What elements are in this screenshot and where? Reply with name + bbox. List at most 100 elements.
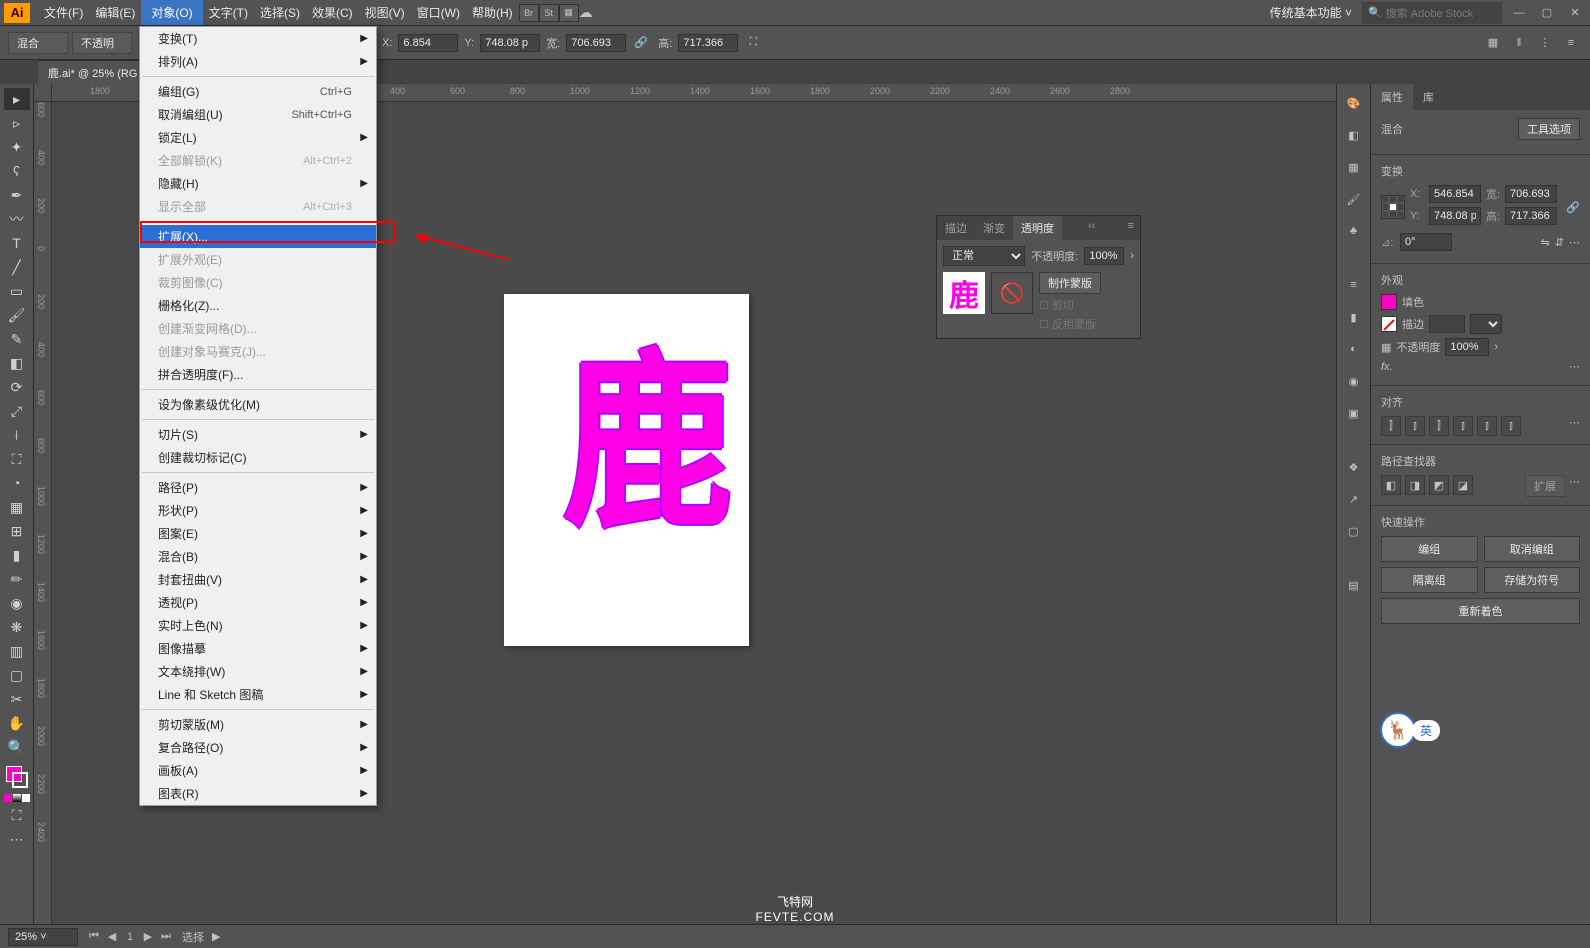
opacity-input[interactable]: [1445, 338, 1489, 356]
menu-item[interactable]: 透视(P)▶: [140, 591, 376, 614]
ruler-origin[interactable]: [34, 84, 52, 102]
workspace-switcher[interactable]: 传统基本功能 ˅: [1266, 4, 1356, 21]
transparency-panel-icon[interactable]: ◐: [1343, 338, 1365, 360]
panel-collapse-icon[interactable]: ‹‹: [1082, 216, 1101, 240]
link-wh-icon[interactable]: 🔗: [1566, 201, 1580, 214]
close-icon[interactable]: ✕: [1564, 4, 1586, 22]
panel-menu-icon[interactable]: ≡: [1122, 216, 1140, 240]
tab-transparency[interactable]: 透明度: [1013, 216, 1062, 240]
status-arrow-icon[interactable]: ▶: [212, 930, 220, 943]
h-input[interactable]: [678, 34, 738, 52]
type-tool[interactable]: T: [4, 232, 30, 254]
shape-builder-tool[interactable]: ◔: [4, 472, 30, 494]
appearance-more-icon[interactable]: ⋯: [1569, 360, 1580, 373]
menu-选择S[interactable]: 选择(S): [254, 0, 306, 25]
menu-item[interactable]: 扩展(X)...: [140, 225, 376, 248]
column-graph-tool[interactable]: ▥: [4, 640, 30, 662]
stroke-weight-input[interactable]: [1429, 315, 1465, 333]
st-icon[interactable]: St: [539, 4, 559, 22]
tab-libraries[interactable]: 库: [1413, 84, 1444, 110]
rotate-tool[interactable]: ⟳: [4, 376, 30, 398]
lasso-tool[interactable]: ʕ: [4, 160, 30, 182]
blend-mode-select[interactable]: 正常: [943, 246, 1025, 266]
appearance-panel-icon[interactable]: ◉: [1343, 370, 1365, 392]
rectangle-tool[interactable]: ▭: [4, 280, 30, 302]
tool-options-button[interactable]: 工具选项: [1518, 118, 1580, 140]
menu-item[interactable]: 锁定(L)▶: [140, 126, 376, 149]
prop-w-input[interactable]: [1505, 185, 1557, 203]
sync-icon[interactable]: ☁: [579, 4, 593, 21]
menu-文字T[interactable]: 文字(T): [203, 0, 254, 25]
menu-item[interactable]: 取消编组(U)Shift+Ctrl+G: [140, 103, 376, 126]
ctrl-align-icon[interactable]: ‖: [1508, 32, 1530, 54]
x-input[interactable]: [398, 34, 458, 52]
qa-ungroup-button[interactable]: 取消编组: [1484, 536, 1581, 562]
opacity-select[interactable]: 不透明: [72, 32, 132, 54]
menu-item[interactable]: 图案(E)▶: [140, 522, 376, 545]
menu-item[interactable]: 编组(G)Ctrl+G: [140, 80, 376, 103]
more-transform-icon[interactable]: ⋯: [1569, 236, 1580, 249]
mesh-tool[interactable]: ⊞: [4, 520, 30, 542]
reference-point-grid[interactable]: [1381, 195, 1405, 219]
edit-toolbar-icon[interactable]: ⋯: [4, 828, 30, 850]
paintbrush-tool[interactable]: 🖌: [4, 304, 30, 326]
scale-tool[interactable]: ⤢: [4, 400, 30, 422]
br-icon[interactable]: Br: [519, 4, 539, 22]
prop-y-input[interactable]: [1429, 207, 1481, 225]
shaper-tool[interactable]: ✎: [4, 328, 30, 350]
menu-item[interactable]: 实时上色(N)▶: [140, 614, 376, 637]
menu-编辑E[interactable]: 编辑(E): [89, 0, 141, 25]
hand-tool[interactable]: ✋: [4, 712, 30, 734]
menu-文件F[interactable]: 文件(F): [38, 0, 89, 25]
ctrl-grid-icon[interactable]: ▦: [1482, 32, 1504, 54]
fx-label[interactable]: fx.: [1381, 361, 1393, 373]
color-panel-icon[interactable]: 🎨: [1343, 92, 1365, 114]
ctrl-list-icon[interactable]: ≡: [1560, 32, 1582, 54]
align-left-icon[interactable]: ⫿: [1381, 416, 1401, 436]
menu-item[interactable]: 设为像素级优化(M): [140, 393, 376, 416]
menu-item[interactable]: 复合路径(O)▶: [140, 736, 376, 759]
qa-group-button[interactable]: 编组: [1381, 536, 1478, 562]
menu-item[interactable]: 混合(B)▶: [140, 545, 376, 568]
menu-对象O[interactable]: 对象(O): [141, 0, 202, 25]
pf-expand-button[interactable]: 扩展: [1525, 475, 1565, 497]
menu-item[interactable]: 路径(P)▶: [140, 476, 376, 499]
w-input[interactable]: [566, 34, 626, 52]
link-wh-icon[interactable]: 🔗: [630, 32, 652, 54]
menu-item[interactable]: 图像描摹▶: [140, 637, 376, 660]
artboard-tool[interactable]: ▢: [4, 664, 30, 686]
menu-item[interactable]: 创建裁切标记(C): [140, 446, 376, 469]
color-guide-icon[interactable]: ◧: [1343, 124, 1365, 146]
qa-save-symbol-button[interactable]: 存储为符号: [1484, 567, 1581, 593]
blend-mode-select[interactable]: 混合: [8, 32, 68, 54]
artboard-nav[interactable]: ⏮◀1▶⏭: [86, 929, 174, 945]
search-stock-input[interactable]: 🔍 搜索 Adobe Stock: [1362, 2, 1502, 24]
menu-视图V[interactable]: 视图(V): [359, 0, 411, 25]
align-top-icon[interactable]: ⫾: [1453, 416, 1473, 436]
menu-帮助H[interactable]: 帮助(H): [466, 0, 519, 25]
ruler-vertical[interactable]: 6004002000200400600800100012001400160018…: [34, 102, 52, 924]
asset-export-icon[interactable]: ↗: [1343, 488, 1365, 510]
stroke-profile-select[interactable]: [1470, 314, 1502, 334]
line-tool[interactable]: ╱: [4, 256, 30, 278]
swatches-icon[interactable]: ▦: [1343, 156, 1365, 178]
pf-exclude-icon[interactable]: ◪: [1453, 475, 1473, 495]
pf-minus-front-icon[interactable]: ◨: [1405, 475, 1425, 495]
align-hcenter-icon[interactable]: ⫾: [1405, 416, 1425, 436]
menu-item[interactable]: 排列(A)▶: [140, 50, 376, 73]
menu-item[interactable]: 切片(S)▶: [140, 423, 376, 446]
curvature-tool[interactable]: 〰: [4, 208, 30, 230]
gradient-panel-icon[interactable]: ▮: [1343, 306, 1365, 328]
ime-language[interactable]: 英: [1412, 720, 1440, 741]
menu-item[interactable]: 隐藏(H)▶: [140, 172, 376, 195]
mask-thumbnail[interactable]: 🚫: [991, 272, 1033, 314]
arrange-docs-icon[interactable]: ▦: [559, 4, 579, 22]
flip-v-icon[interactable]: ⇵: [1555, 236, 1564, 249]
menu-item[interactable]: 图表(R)▶: [140, 782, 376, 805]
menu-item[interactable]: 变换(T)▶: [140, 27, 376, 50]
prop-x-input[interactable]: [1429, 185, 1481, 203]
eraser-tool[interactable]: ◧: [4, 352, 30, 374]
qa-isolate-button[interactable]: 隔离组: [1381, 567, 1478, 593]
eyedropper-tool[interactable]: ✏: [4, 568, 30, 590]
pf-intersect-icon[interactable]: ◩: [1429, 475, 1449, 495]
